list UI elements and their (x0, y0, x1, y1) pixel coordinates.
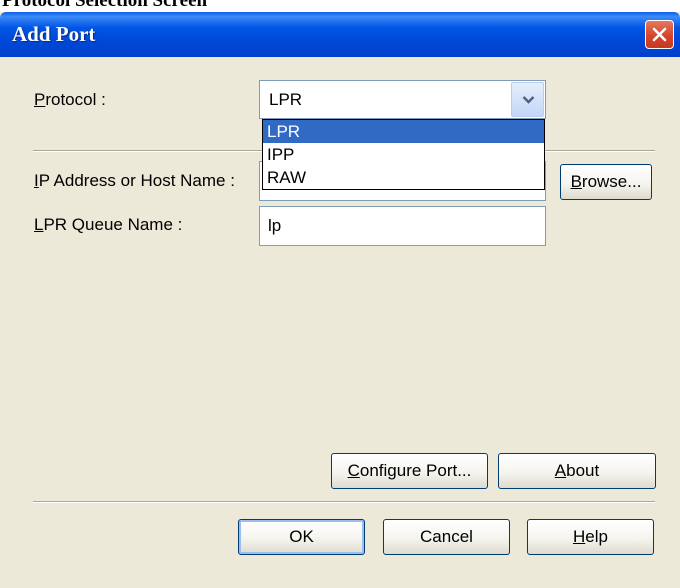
protocol-option-raw[interactable]: RAW (263, 166, 544, 189)
protocol-option-ipp[interactable]: IPP (263, 143, 544, 166)
close-button[interactable] (645, 20, 674, 49)
page-caption: Protocol Selection Screen (2, 0, 208, 11)
close-x-icon (652, 27, 667, 42)
separator-bottom (33, 501, 655, 503)
lpr-queue-input[interactable] (260, 207, 545, 245)
protocol-label: Protocol : (34, 90, 106, 109)
protocol-dropdown-button[interactable] (511, 82, 544, 117)
ok-button[interactable]: OK (238, 519, 365, 555)
ip-address-label: IP Address or Host Name : (34, 171, 235, 190)
title-bar[interactable]: Add Port (0, 12, 680, 57)
about-button[interactable]: About (498, 453, 656, 489)
lpr-queue-field[interactable] (259, 206, 546, 246)
help-button[interactable]: Help (527, 519, 654, 555)
add-port-dialog: Add Port Protocol : LPR LPR IPP RAW IP A… (0, 12, 680, 588)
cancel-button[interactable]: Cancel (383, 519, 510, 555)
protocol-dropdown-list: LPR IPP RAW (262, 119, 545, 190)
lpr-queue-label: LPR Queue Name : (34, 215, 183, 234)
protocol-select[interactable]: LPR (259, 80, 546, 119)
configure-port-button[interactable]: Configure Port... (331, 453, 488, 489)
chevron-down-icon (522, 96, 535, 104)
browse-button[interactable]: Browse... (560, 164, 652, 200)
protocol-option-lpr[interactable]: LPR (263, 120, 544, 143)
protocol-select-value: LPR (269, 90, 303, 109)
dialog-title: Add Port (12, 22, 96, 46)
